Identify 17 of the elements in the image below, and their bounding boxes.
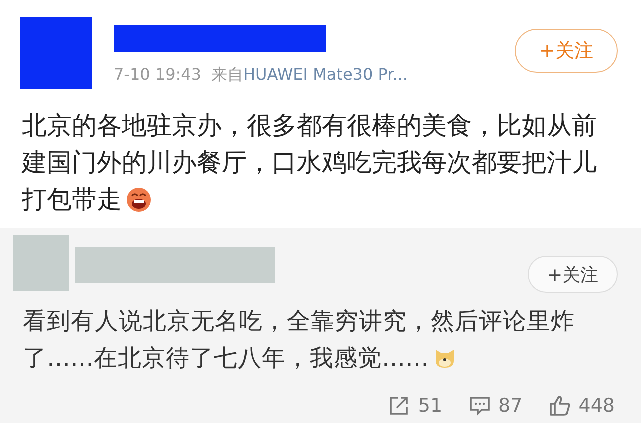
comment-icon[interactable] bbox=[468, 395, 491, 417]
redaction-block bbox=[20, 17, 92, 89]
post-time: 7-10 19:43 bbox=[114, 65, 202, 84]
like-count: 448 bbox=[578, 395, 615, 417]
repost-icon[interactable] bbox=[388, 395, 410, 417]
post-text-line: 打包带走 bbox=[22, 185, 122, 214]
comment-text-line: 看到有人说北京无名吃，全靠穷讲究，然后评论里炸 bbox=[23, 307, 575, 335]
thumbs-up-icon[interactable] bbox=[548, 395, 571, 417]
post-text-line: 北京的各地驻京办，很多都有很棒的美食，比如从前 bbox=[22, 111, 597, 140]
repost-count: 51 bbox=[418, 395, 443, 417]
source-label: 来自 bbox=[212, 65, 244, 84]
comment-count: 87 bbox=[498, 395, 523, 417]
follow-button[interactable]: +关注 bbox=[528, 256, 618, 293]
comment-text-line: 了……在北京待了七八年，我感觉…… bbox=[23, 344, 429, 372]
redaction-block bbox=[13, 235, 69, 291]
post-text-line: 建国门外的川办餐厅，口水鸡吃完我每次都要把汁儿 bbox=[22, 148, 597, 177]
source-device: HUAWEI Mate30 Pr... bbox=[244, 65, 408, 84]
